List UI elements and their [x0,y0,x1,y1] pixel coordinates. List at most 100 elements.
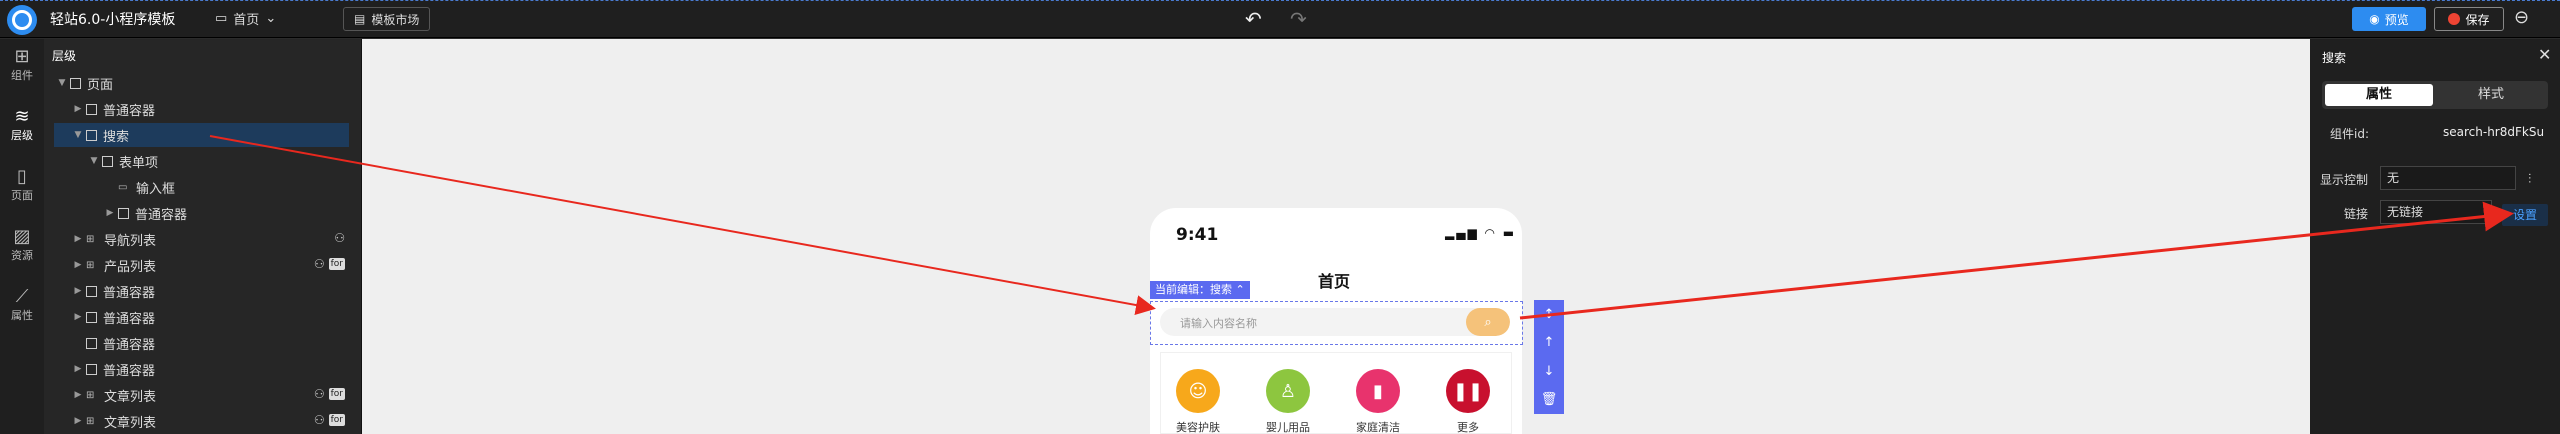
expand-toggle-icon[interactable]: ▶ [72,416,84,426]
users-icon: ⚇ [334,231,345,245]
tree-label: 普通容器 [103,363,156,379]
rail-item-pages[interactable]: ▯ 页面 [0,167,44,203]
undo-icon[interactable]: ↶ [1245,7,1262,31]
component-id-label: 组件id: [2330,127,2369,141]
drag-handle-icon[interactable]: ↕ [1544,307,1555,322]
expand-toggle-icon[interactable]: ▶ [104,208,116,218]
tree-label: 搜索 [103,129,130,145]
tree-label: 普通容器 [103,285,156,301]
chart-icon[interactable]: ⫶ [2528,172,2531,187]
expand-toggle-icon[interactable]: ▶ [72,390,84,400]
current-edit-label[interactable]: 当前编辑：搜索 ⌃ [1150,281,1250,299]
move-up-icon[interactable]: ↑ [1544,335,1555,350]
rail-label: 资源 [11,249,33,262]
close-icon[interactable]: ✕ [2538,45,2551,64]
tree-row[interactable]: ▶ 普通容器 [54,279,349,303]
category-item[interactable]: ♙ 婴儿用品 [1253,369,1323,434]
tree-row[interactable]: ▶ ⊞ 产品列表 ⚇ for [54,253,349,277]
expand-toggle-icon[interactable]: ▼ [56,78,68,88]
search-bar[interactable]: 请输入内容名称 ⌕ [1160,308,1510,336]
search-icon[interactable]: ⌕ [1466,308,1510,336]
expand-toggle-icon[interactable]: ▶ [72,364,84,374]
grid-list-icon: ⊞ [86,233,95,245]
tab-styles[interactable]: 样式 [2437,84,2545,106]
tree-row[interactable]: 普通容器 [54,331,349,355]
expand-toggle-icon[interactable]: ▶ [72,234,84,244]
page-selector-label: 首页 [233,13,260,28]
tree-label: 普通容器 [103,311,156,327]
template-market-button[interactable]: ▤ 模板市场 [343,7,431,31]
category-label: 更多 [1457,421,1479,434]
preview-button[interactable]: ◉ 预览 [2352,7,2426,31]
link-label: 链接 [2344,207,2369,221]
signal-wifi-battery-icon: ▂▄▆ ◠ ▬ [1445,226,1517,240]
redo-icon[interactable]: ↷ [1290,7,1307,31]
tree-row[interactable]: ▶ ⊞ 文章列表 ⚇ for [54,383,349,407]
tree-row[interactable]: ▭ 输入框 [54,175,349,199]
display-control-select[interactable]: 无 [2380,166,2516,190]
rail-item-layers[interactable]: ≋ 层级 [0,107,44,143]
baby-icon: ♙ [1266,369,1310,413]
chevron-up-icon: ⌃ [1235,283,1245,296]
chevron-down-icon: ⌄ [265,11,277,26]
tree-row[interactable]: ▼ 页面 [54,71,349,95]
layer-panel-title: 层级 [52,49,77,63]
expand-toggle-icon[interactable]: ▼ [72,130,84,140]
expand-toggle-icon[interactable]: ▶ [72,286,84,296]
tree-row[interactable]: ▶ 普通容器 [54,357,349,381]
row-badges: ⚇ for [314,413,345,427]
category-label: 家庭清洁 [1356,421,1400,434]
tree-label: 表单项 [119,155,159,171]
grid-list-icon: ⊞ [86,259,95,271]
rail-item-components[interactable]: ⊞ 组件 [0,47,44,83]
category-item[interactable]: ❚❚ 更多 [1433,369,1503,434]
tree-row[interactable]: ▶ 普通容器 [54,97,349,121]
component-id-value: search-hr8dFkSu [2443,125,2545,139]
save-button[interactable]: 保存 [2434,7,2504,31]
grid-list-icon: ⊞ [86,415,95,427]
move-down-icon[interactable]: ↓ [1544,364,1555,379]
expand-toggle-icon[interactable]: ▶ [72,104,84,114]
cosmetics-icon: ❚❚ [1446,369,1490,413]
expand-toggle-icon[interactable]: ▶ [72,312,84,322]
tree-label: 产品列表 [104,259,157,275]
delete-icon[interactable]: 🗑 [1541,392,1558,407]
editor-app: 轻站6.0-小程序模板 ▭ 首页 ⌄ ▤ 模板市场 ↶ ↷ ◉ 预览 保存 ⊖ … [0,0,2560,434]
rail-item-properties[interactable]: ⟋ 属性 [0,287,44,323]
page-selector[interactable]: ▭ 首页 ⌄ [215,9,276,28]
top-bar: 轻站6.0-小程序模板 ▭ 首页 ⌄ ▤ 模板市场 ↶ ↷ ◉ 预览 保存 ⊖ [0,0,2560,38]
tree-label: 文章列表 [104,415,157,431]
tab-attributes[interactable]: 属性 [2325,84,2433,106]
tree-label: 页面 [87,77,114,93]
tree-row[interactable]: ▼ 表单项 [54,149,349,173]
properties-panel: 搜索 ✕ 属性 样式 [2310,39,2560,434]
status-time: 9:41 [1176,225,1219,245]
grid-list-icon: ⊞ [86,389,95,401]
layers-icon: ≋ [14,106,30,127]
rail-label: 页面 [11,189,33,202]
expand-toggle-icon[interactable]: ▶ [72,260,84,270]
app-logo-icon[interactable] [7,5,37,35]
tree-row[interactable]: ▶ ⊞ 导航列表 ⚇ [54,227,349,251]
row-badges: ⚇ for [314,387,345,401]
more-icon[interactable]: ⊖ [2514,7,2529,28]
box-icon [102,155,113,167]
search-placeholder: 请输入内容名称 [1180,317,1257,330]
rail-item-resources[interactable]: ▨ 资源 [0,227,44,263]
box-icon [70,77,81,89]
tree-row[interactable]: ▶ 普通容器 [54,305,349,329]
input-icon: ▭ [118,181,128,193]
category-item[interactable]: ☺ 美容护肤 [1163,369,1233,434]
set-link-button[interactable]: 设置 [2502,204,2548,226]
row-badges: ⚇ for [314,257,345,271]
expand-toggle-icon[interactable]: ▼ [88,156,100,166]
top-dashed-line [0,0,2560,2]
tree-row-selected[interactable]: ▼ 搜索 [54,123,349,147]
category-item[interactable]: ▮ 家庭清洁 [1343,369,1413,434]
tree-row[interactable]: ▶ 普通容器 [54,201,349,225]
properties-tabs: 属性 样式 [2322,81,2548,109]
tree-row[interactable]: ▶ ⊞ 文章列表 ⚇ for [54,409,349,433]
grid-icon: ⊞ [14,46,30,67]
current-edit-text: 当前编辑：搜索 [1155,283,1232,296]
link-field[interactable]: 无链接 [2380,200,2492,224]
